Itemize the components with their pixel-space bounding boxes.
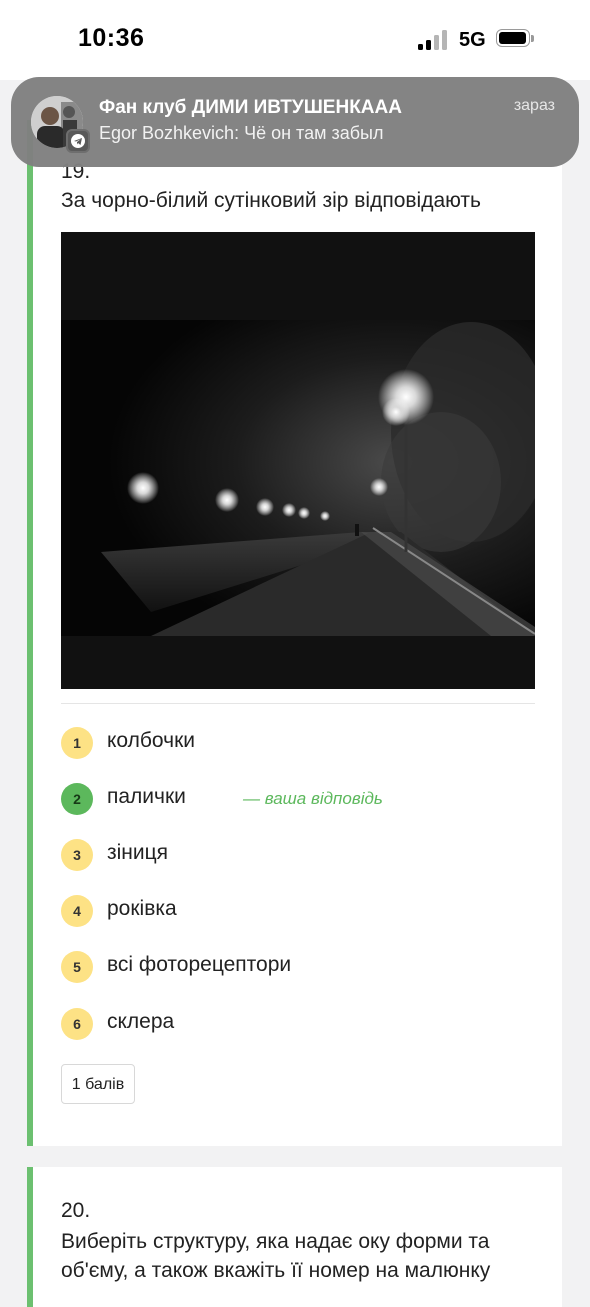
option-label: всі фоторецептори	[107, 953, 292, 976]
option-number-badge: 3	[61, 839, 93, 871]
telegram-icon	[66, 129, 90, 153]
notification-banner[interactable]: Фан клуб ДИМИ ИВТУШЕНКААА Egor Bozhkevic…	[11, 77, 579, 167]
battery-icon	[496, 29, 534, 49]
question-text: За чорно-білий сутінковий зір відповідаю…	[61, 189, 481, 212]
option-label: роківка	[107, 897, 177, 920]
option-label: колбочки	[107, 729, 195, 752]
option-number-badge: 4	[61, 895, 93, 927]
option-label: зіниця	[107, 841, 169, 864]
option-number-badge: 2	[61, 783, 93, 815]
status-bar: 10:36 5G	[0, 0, 590, 80]
night-street-photo	[61, 232, 535, 689]
notification-title: Фан клуб ДИМИ ИВТУШЕНКААА	[99, 97, 402, 118]
notification-time: зараз	[513, 97, 555, 114]
option-label: палички	[107, 785, 186, 808]
your-answer-label: — ваша відповідь	[243, 789, 383, 808]
network-type: 5G	[459, 29, 486, 51]
clock: 10:36	[78, 24, 145, 52]
option-number-badge: 5	[61, 951, 93, 983]
points-badge: 1 балів	[61, 1064, 135, 1104]
question-text: Виберіть структуру, яка надає оку форми …	[61, 1230, 491, 1282]
option-number-badge: 6	[61, 1008, 93, 1040]
option-label: склера	[107, 1010, 175, 1033]
card-accent-bar	[27, 120, 33, 1146]
card-accent-bar	[27, 1167, 33, 1307]
question-card-20: 20. Виберіть структуру, яка надає оку фо…	[27, 1167, 562, 1307]
question-number: 20.	[61, 1199, 91, 1222]
cellular-signal-icon	[418, 30, 450, 50]
notification-message: Egor Bozhkevich: Чё он там забыл	[99, 123, 384, 143]
option-number-badge: 1	[61, 727, 93, 759]
divider	[61, 703, 535, 704]
question-image	[61, 232, 535, 689]
